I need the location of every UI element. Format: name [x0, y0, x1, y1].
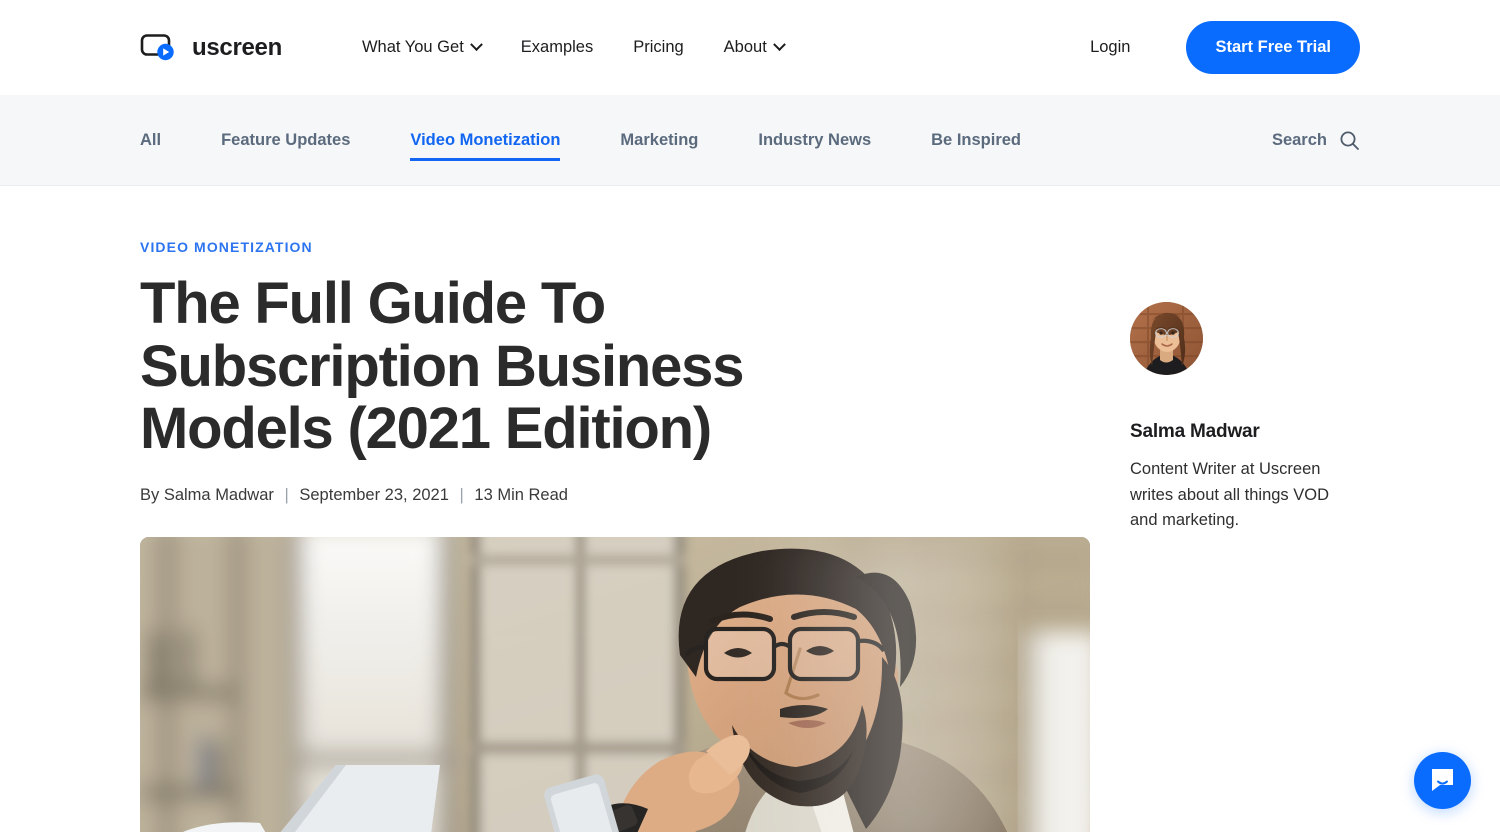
- article-column: VIDEO MONETIZATION The Full Guide To Sub…: [140, 186, 1090, 832]
- category-tab-all[interactable]: All: [140, 95, 161, 185]
- content-area: VIDEO MONETIZATION The Full Guide To Sub…: [0, 186, 1500, 832]
- nav-item-pricing[interactable]: Pricing: [633, 38, 683, 57]
- avatar: [1130, 302, 1203, 375]
- category-nav: All Feature Updates Video Monetization M…: [0, 95, 1500, 186]
- author-name: Salma Madwar: [1130, 421, 1260, 442]
- nav-label: What You Get: [361, 38, 464, 56]
- nav-item-examples[interactable]: Examples: [521, 38, 593, 57]
- search-icon: [1339, 130, 1360, 151]
- author-sidebar: Salma Madwar Content Writer at Uscreen w…: [1130, 186, 1400, 832]
- nav-label: Examples: [520, 38, 594, 56]
- search-label: Search: [1271, 130, 1327, 149]
- category-tab-video-monetization[interactable]: Video Monetization: [410, 95, 561, 185]
- category-tab-feature-updates[interactable]: Feature Updates: [221, 95, 350, 185]
- author-card: Salma Madwar Content Writer at Uscreen w…: [1130, 302, 1400, 534]
- meta-separator: |: [459, 485, 464, 504]
- nav-item-what-you-get[interactable]: What You Get: [361, 38, 483, 57]
- uscreen-play-logo-icon: [140, 33, 180, 63]
- start-free-trial-button[interactable]: Start Free Trial: [1186, 21, 1360, 74]
- article-meta: By Salma Madwar | September 23, 2021 | 1…: [140, 486, 1090, 505]
- brand-logo[interactable]: uscreen: [140, 33, 282, 63]
- meta-separator: |: [284, 485, 289, 504]
- article-date: September 23, 2021: [299, 485, 449, 504]
- primary-nav: What You Get Examples Pricing About: [361, 38, 786, 57]
- search-trigger[interactable]: Search: [1272, 130, 1360, 151]
- nav-label: About: [723, 38, 767, 56]
- article-read-time: 13 Min Read: [474, 485, 568, 504]
- article-byline: By Salma Madwar: [140, 485, 274, 504]
- page-root: uscreen What You Get Examples Pricing Ab…: [0, 0, 1500, 832]
- page-title: The Full Guide To Subscription Business …: [140, 271, 744, 462]
- category-tab-be-inspired[interactable]: Be Inspired: [931, 95, 1021, 185]
- chat-widget-button[interactable]: [1414, 752, 1471, 809]
- category-tab-industry-news[interactable]: Industry News: [758, 95, 871, 185]
- nav-item-about[interactable]: About: [723, 38, 786, 57]
- site-header: uscreen What You Get Examples Pricing Ab…: [0, 0, 1500, 95]
- author-bio: Content Writer at Uscreen writes about a…: [1130, 460, 1330, 530]
- nav-label: Pricing: [633, 38, 684, 56]
- article-hero-image: [140, 536, 1090, 832]
- article-category-eyebrow[interactable]: VIDEO MONETIZATION: [140, 239, 313, 255]
- chevron-down-icon: [772, 38, 786, 52]
- chevron-down-icon: [469, 38, 483, 52]
- chat-bubble-icon: [1429, 766, 1456, 796]
- header-actions: Login Start Free Trial: [1090, 21, 1360, 74]
- category-list: All Feature Updates Video Monetization M…: [140, 95, 1081, 185]
- brand-name: uscreen: [192, 33, 282, 61]
- login-link[interactable]: Login: [1090, 38, 1130, 57]
- category-tab-marketing[interactable]: Marketing: [620, 95, 698, 185]
